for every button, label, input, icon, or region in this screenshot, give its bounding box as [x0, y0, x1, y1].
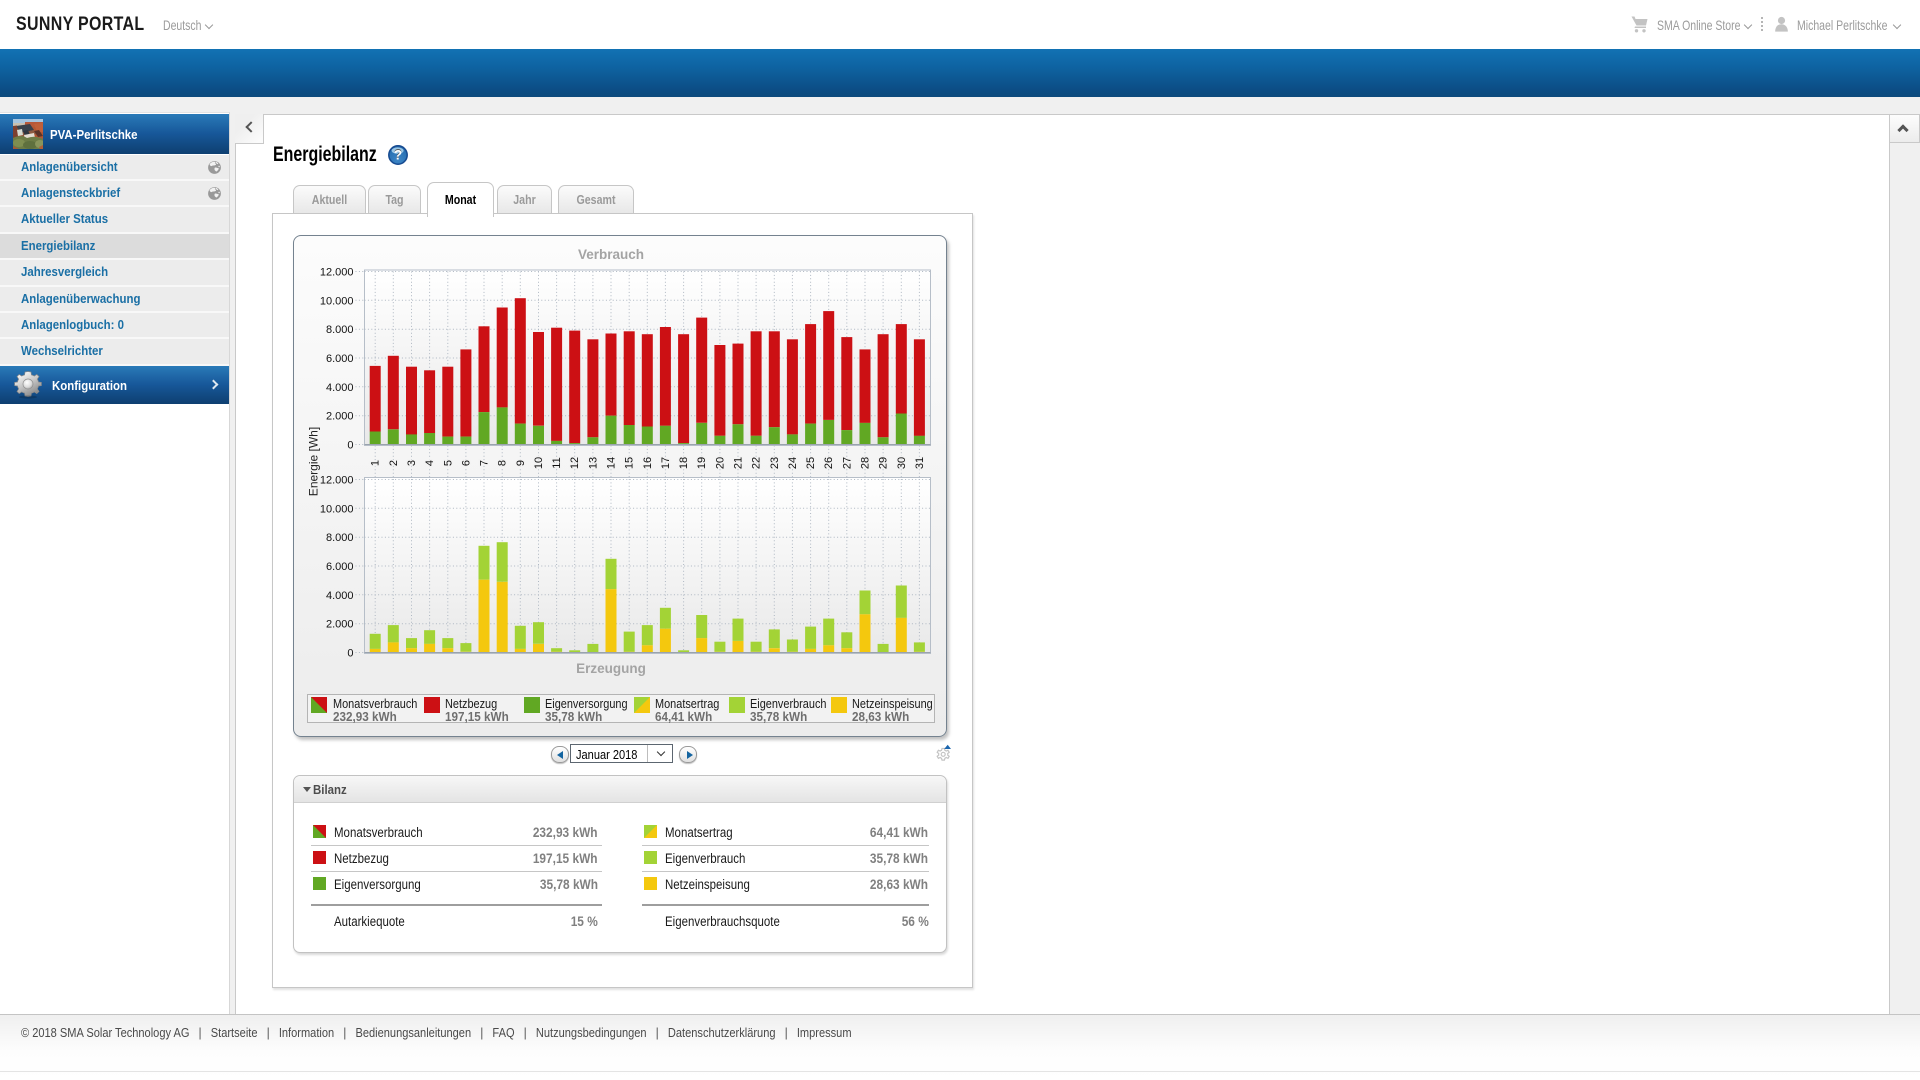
svg-text:2.000: 2.000 — [325, 619, 353, 631]
svg-text:6: 6 — [460, 460, 472, 466]
svg-text:1: 1 — [369, 460, 381, 466]
svg-text:15: 15 — [623, 457, 635, 469]
svg-text:3: 3 — [406, 460, 418, 466]
svg-text:8: 8 — [496, 460, 508, 466]
svg-text:21: 21 — [732, 457, 744, 469]
svg-text:10: 10 — [533, 457, 545, 469]
svg-text:8.000: 8.000 — [325, 532, 353, 544]
svg-text:10.000: 10.000 — [319, 503, 353, 515]
svg-text:6.000: 6.000 — [325, 561, 353, 573]
svg-text:7: 7 — [478, 460, 490, 466]
svg-text:20: 20 — [714, 457, 726, 469]
svg-text:24: 24 — [786, 457, 798, 469]
svg-text:2.000: 2.000 — [325, 411, 353, 423]
svg-text:4.000: 4.000 — [325, 382, 353, 394]
svg-text:26: 26 — [823, 457, 835, 469]
svg-text:11: 11 — [551, 457, 563, 468]
svg-text:27: 27 — [841, 457, 853, 469]
svg-text:10.000: 10.000 — [319, 295, 353, 307]
svg-text:Energie [Wh]: Energie [Wh] — [306, 427, 320, 496]
svg-text:16: 16 — [641, 457, 653, 469]
svg-text:Verbrauch: Verbrauch — [577, 247, 643, 262]
svg-text:17: 17 — [659, 457, 671, 469]
svg-text:?: ? — [394, 148, 402, 163]
svg-text:28: 28 — [859, 457, 871, 469]
svg-text:4.000: 4.000 — [325, 590, 353, 602]
svg-text:8.000: 8.000 — [325, 324, 353, 336]
svg-text:9: 9 — [514, 460, 526, 466]
svg-text:6.000: 6.000 — [325, 353, 353, 365]
svg-text:31: 31 — [913, 457, 925, 469]
svg-text:30: 30 — [895, 457, 907, 469]
svg-text:Erzeugung: Erzeugung — [576, 661, 646, 676]
svg-text:23: 23 — [768, 457, 780, 469]
svg-text:14: 14 — [605, 457, 617, 469]
svg-text:25: 25 — [805, 457, 817, 469]
svg-text:5: 5 — [442, 460, 454, 466]
svg-text:4: 4 — [424, 460, 436, 466]
svg-text:18: 18 — [678, 457, 690, 469]
svg-text:22: 22 — [750, 457, 762, 469]
svg-text:29: 29 — [877, 457, 889, 469]
svg-text:12: 12 — [569, 457, 581, 469]
svg-text:12.000: 12.000 — [319, 475, 353, 487]
svg-text:2: 2 — [387, 460, 399, 466]
svg-text:0: 0 — [347, 440, 353, 452]
svg-text:13: 13 — [587, 457, 599, 469]
svg-text:12.000: 12.000 — [319, 267, 353, 279]
svg-text:19: 19 — [696, 457, 708, 469]
svg-text:0: 0 — [347, 648, 353, 660]
